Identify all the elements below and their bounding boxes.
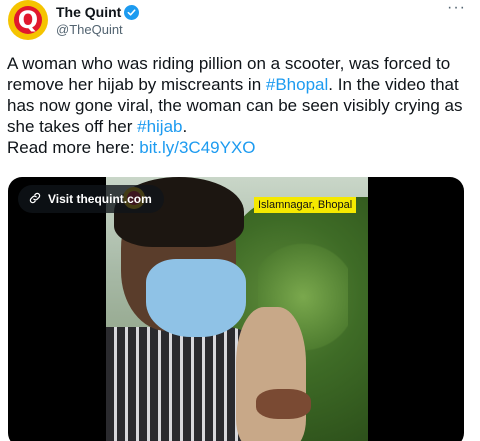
author-name[interactable]: The Quint bbox=[56, 4, 121, 20]
author-handle[interactable]: @TheQuint bbox=[56, 22, 139, 37]
visit-site-button[interactable]: Visit thequint.com bbox=[18, 185, 164, 213]
tweet-text: A woman who was riding pillion on a scoo… bbox=[7, 53, 475, 158]
author-name-row: The Quint bbox=[56, 4, 140, 20]
video-frame: Islamnagar, Bhopal bbox=[106, 177, 368, 441]
verified-badge-icon bbox=[124, 4, 140, 20]
tweet-text-segment: Read more here: bbox=[7, 138, 140, 157]
hashtag-link[interactable]: #hijab bbox=[137, 117, 182, 136]
hashtag-link[interactable]: #Bhopal bbox=[266, 75, 328, 94]
short-link[interactable]: bit.ly/3C49YXO bbox=[139, 138, 255, 157]
location-caption: Islamnagar, Bhopal bbox=[254, 197, 357, 213]
video-media[interactable]: Islamnagar, Bhopal Visit thequint.com bbox=[8, 177, 464, 441]
visit-site-label: Visit thequint.com bbox=[48, 192, 152, 206]
link-icon bbox=[28, 191, 42, 208]
tweet-header: The Quint @TheQuint bbox=[56, 4, 140, 37]
tweet-text-segment: . bbox=[182, 117, 188, 136]
quint-logo-icon: Q bbox=[14, 6, 42, 34]
more-options-icon[interactable]: ··· bbox=[447, 0, 466, 16]
face-mask bbox=[146, 259, 246, 337]
hand bbox=[256, 389, 311, 419]
hijab-figure bbox=[236, 307, 306, 441]
avatar[interactable]: Q bbox=[8, 0, 48, 40]
